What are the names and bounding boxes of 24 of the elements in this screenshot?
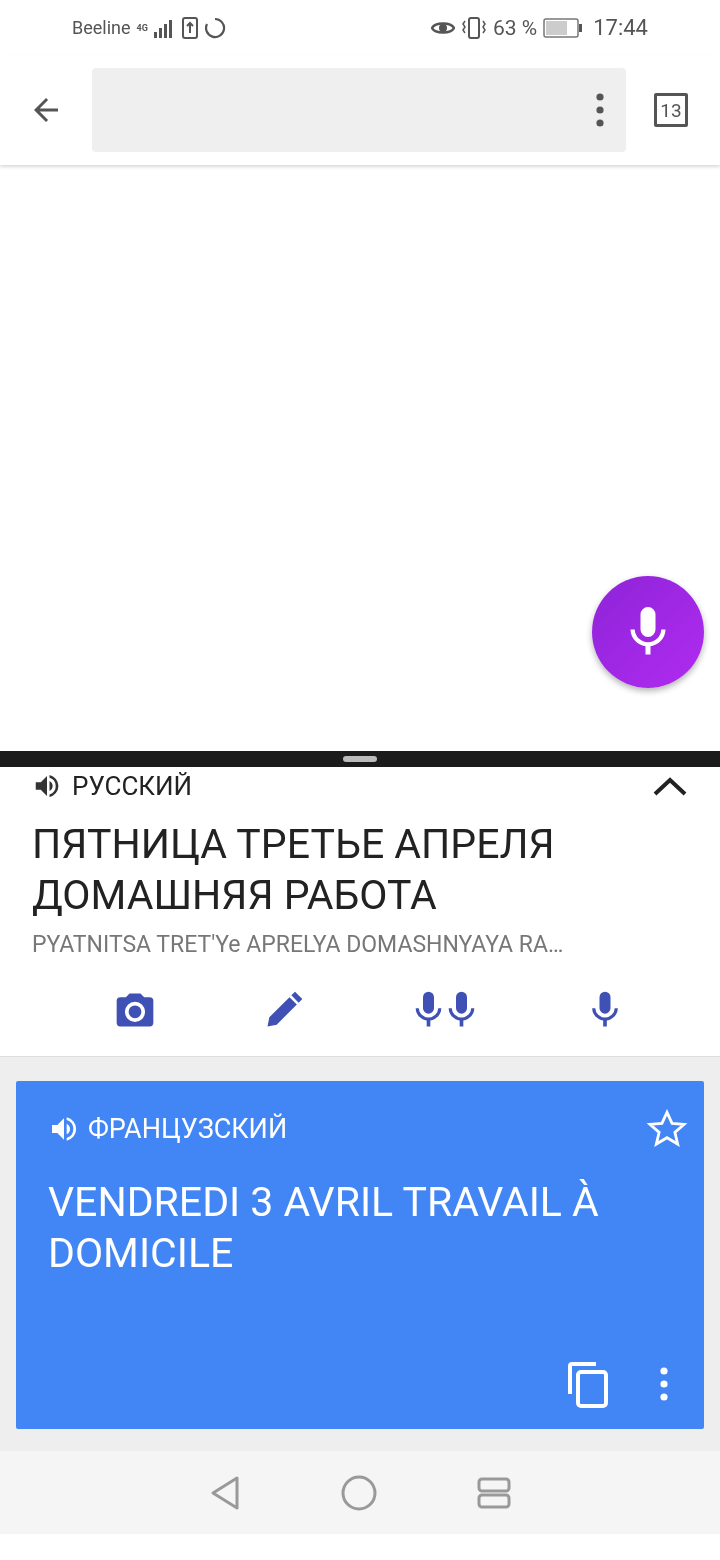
network-type: 4G [136,22,148,33]
microphone-button[interactable] [592,576,704,688]
carrier-name: Beeline [72,17,131,38]
search-field[interactable] [92,68,626,152]
drag-handle[interactable] [343,756,377,762]
battery-percent: 63 % [493,15,538,40]
more-options-icon[interactable] [596,93,604,127]
translation-text: VENDREDI 3 AVRIL TRAVAIL À DOMICILE [48,1177,600,1279]
copy-icon[interactable] [566,1360,610,1408]
back-nav-icon[interactable] [209,1474,241,1511]
source-language[interactable]: РУССКИЙ [72,771,193,801]
recents-nav-icon[interactable] [477,1475,511,1510]
target-language: ФРАНЦУЗСКИЙ [88,1113,288,1145]
star-icon[interactable] [646,1108,688,1150]
clock-time: 17:44 [593,15,648,40]
tab-count-button[interactable]: 13 [654,93,688,127]
battery-icon [543,17,584,38]
home-nav-icon[interactable] [341,1474,377,1511]
source-text[interactable]: ПЯТНИЦА ТРЕТЬЕ АПРЕЛЯ ДОМАШНЯЯ РАБОТА [0,801,720,921]
more-options-icon[interactable] [660,1367,668,1401]
loading-icon [203,16,226,39]
transliteration-text: PYATNITSA TRET'Ye APRELYA DOMASHNYAYA RA… [31,930,565,958]
upload-icon [181,16,198,39]
vibrate-icon [461,16,487,39]
